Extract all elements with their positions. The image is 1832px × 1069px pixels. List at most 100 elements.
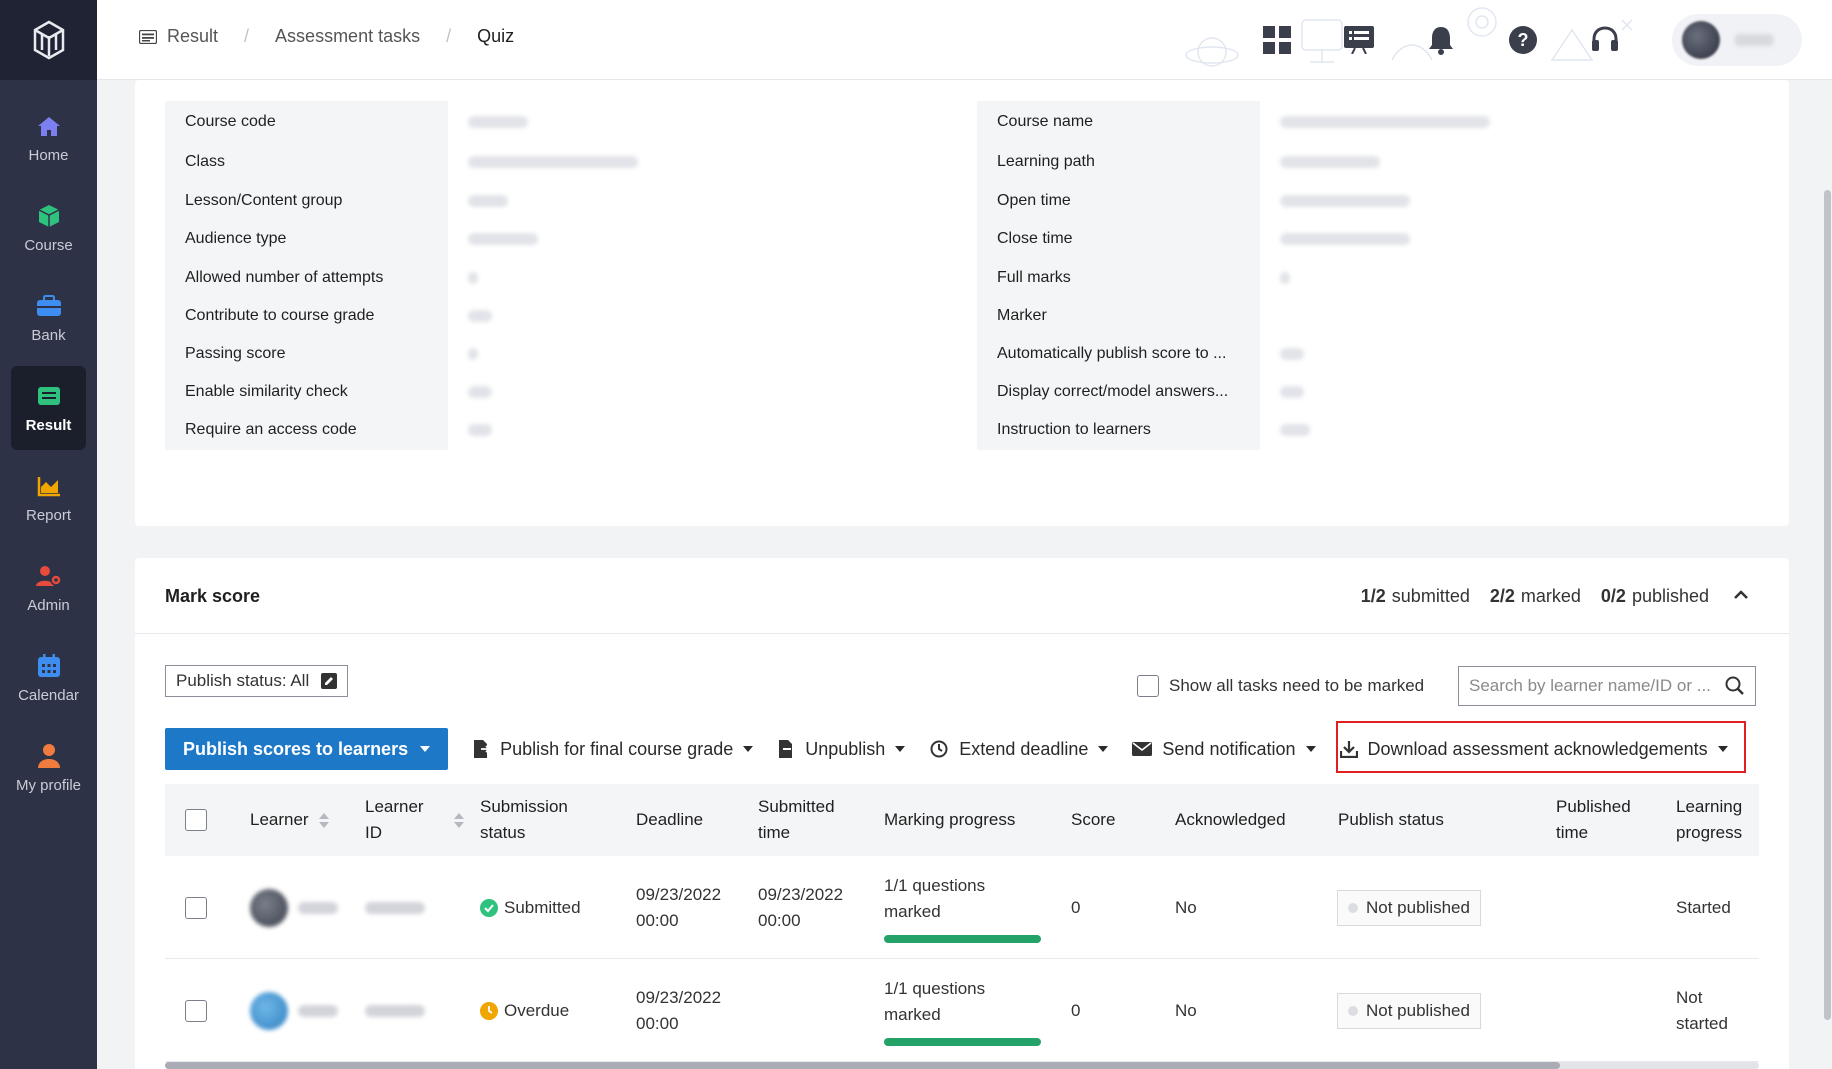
- assessment-details-card: Course code Class Lesson/Content group Audi…: [135, 80, 1789, 526]
- sort-icon[interactable]: [318, 812, 329, 828]
- briefcase-icon: [36, 293, 62, 319]
- sidebar-item-admin[interactable]: Admin: [11, 546, 86, 630]
- export-file-icon: [472, 739, 491, 759]
- detail-row: Open time: [977, 180, 1410, 221]
- detail-value-redacted: [448, 180, 508, 221]
- help-icon[interactable]: ?: [1503, 20, 1543, 60]
- logo-icon: [33, 20, 64, 60]
- learner-cell: [250, 959, 338, 1062]
- sidebar-item-label: Home: [28, 146, 69, 164]
- headset-support-icon[interactable]: [1585, 20, 1625, 60]
- detail-label: Learning path: [977, 141, 1260, 182]
- table-row[interactable]: Overdue 09/23/2022 00:00 1/1 questions marke…: [165, 959, 1759, 1062]
- caret-down-icon: [1098, 746, 1109, 752]
- redacted-text: [468, 271, 478, 284]
- app-logo[interactable]: [0, 0, 97, 80]
- sidebar-item-bank[interactable]: Bank: [11, 276, 86, 360]
- user-menu[interactable]: [1672, 14, 1802, 66]
- redacted-text: [468, 385, 492, 398]
- sidebar-item-label: My profile: [15, 776, 82, 794]
- chevron-up-icon[interactable]: [1733, 588, 1749, 606]
- extend-deadline-button[interactable]: Extend deadline: [929, 739, 1109, 760]
- column-learner-id[interactable]: Learner ID: [365, 784, 464, 856]
- column-marking-progress: Marking progress: [884, 810, 1016, 829]
- column-publish-status: Publish status: [1338, 810, 1444, 829]
- redacted-text: [468, 155, 638, 168]
- redacted-text: [1280, 423, 1310, 436]
- redacted-text: [1280, 232, 1410, 245]
- detail-row: Marker: [977, 295, 1280, 336]
- detail-label: Contribute to course grade: [165, 295, 448, 336]
- column-submission-status: Submission status: [480, 797, 568, 842]
- detail-label: Enable similarity check: [165, 371, 448, 412]
- avatar: [1682, 21, 1720, 59]
- detail-row: Learning path: [977, 141, 1380, 182]
- breadcrumb-result[interactable]: Result: [167, 26, 218, 47]
- send-notification-button[interactable]: Send notification: [1132, 738, 1316, 760]
- avatar: [250, 888, 288, 927]
- detail-value-redacted: [1260, 141, 1380, 182]
- detail-value-redacted: [1260, 333, 1304, 374]
- row-select-cell: [185, 959, 207, 1062]
- clock-icon: [480, 1001, 498, 1020]
- detail-row: Instruction to learners: [977, 409, 1310, 450]
- breadcrumb-separator: /: [446, 26, 452, 46]
- publish-final-label: Publish for final course grade: [500, 738, 734, 759]
- vertical-scrollbar[interactable]: [1822, 80, 1832, 1069]
- sidebar-item-result[interactable]: Result: [11, 366, 86, 450]
- detail-row: Allowed number of attempts: [165, 257, 478, 298]
- caret-down-icon: [420, 746, 431, 752]
- show-all-checkbox[interactable]: [1137, 675, 1159, 697]
- column-learner[interactable]: Learner: [250, 784, 329, 856]
- announcement-board-icon[interactable]: [1339, 20, 1379, 60]
- submitted-stat: 1/2 submitted: [1360, 586, 1470, 606]
- detail-value-redacted: [448, 295, 492, 336]
- search-icon[interactable]: [1725, 676, 1745, 701]
- sidebar-item-my-profile[interactable]: My profile: [11, 726, 86, 810]
- send-notification-label: Send notification: [1162, 738, 1296, 759]
- redacted-text: [1280, 115, 1490, 128]
- detail-label: Close time: [977, 218, 1260, 259]
- horizontal-scrollbar[interactable]: [165, 1062, 1759, 1069]
- sidebar: Home Course Bank Result Report Admin Cal…: [0, 0, 97, 1069]
- publish-scores-label: Publish scores to learners: [183, 738, 409, 759]
- row-checkbox[interactable]: [185, 896, 207, 919]
- sidebar-item-report[interactable]: Report: [11, 456, 86, 540]
- publish-status-filter[interactable]: Publish status: All: [165, 665, 349, 697]
- publish-scores-button[interactable]: Publish scores to learners: [165, 728, 449, 770]
- show-all-label: Show all tasks need to be marked: [1169, 676, 1425, 695]
- detail-value-redacted: [1260, 101, 1490, 142]
- select-all-checkbox[interactable]: [185, 809, 207, 831]
- show-all-tasks-toggle[interactable]: Show all tasks need to be marked: [1137, 675, 1424, 697]
- detail-label: Lesson/Content group: [165, 180, 448, 221]
- redacted-text: [468, 115, 528, 128]
- published-stat: 0/2 published: [1600, 586, 1709, 606]
- learner-id-cell: [365, 959, 425, 1062]
- search-input[interactable]: [1469, 676, 1714, 696]
- learner-search[interactable]: [1458, 666, 1756, 706]
- status-badge: Not published: [1337, 992, 1481, 1029]
- result-icon: [36, 383, 62, 409]
- submission-status-text: Submitted: [504, 897, 581, 917]
- row-checkbox[interactable]: [185, 999, 207, 1022]
- unpublish-button[interactable]: Unpublish: [777, 739, 906, 760]
- edit-icon: [321, 673, 338, 689]
- detail-row: Require an access code: [165, 409, 492, 450]
- bell-icon[interactable]: [1421, 20, 1461, 60]
- check-circle-icon: [480, 898, 498, 917]
- mark-score-card: Mark score 1/2 submitted 2/2 marked 0/2 pub…: [135, 558, 1789, 1069]
- publish-status-cell: Not published: [1337, 856, 1481, 959]
- table-row[interactable]: Submitted 09/23/2022 00:00 09/23/2022 00:00 1…: [165, 856, 1759, 959]
- detail-label: Marker: [977, 295, 1260, 336]
- detail-label: Require an access code: [165, 409, 448, 450]
- detail-value-redacted: [448, 141, 638, 182]
- apps-grid-icon[interactable]: [1257, 20, 1297, 60]
- sidebar-item-home[interactable]: Home: [11, 96, 86, 180]
- publish-final-grade-button[interactable]: Publish for final course grade: [472, 738, 754, 760]
- sort-icon[interactable]: [453, 812, 464, 828]
- breadcrumb-assessment-tasks[interactable]: Assessment tasks: [275, 26, 420, 47]
- redacted-text: [365, 1004, 425, 1017]
- sidebar-item-course[interactable]: Course: [11, 186, 86, 270]
- publish-status-cell: Not published: [1337, 959, 1481, 1062]
- sidebar-item-calendar[interactable]: Calendar: [11, 636, 86, 720]
